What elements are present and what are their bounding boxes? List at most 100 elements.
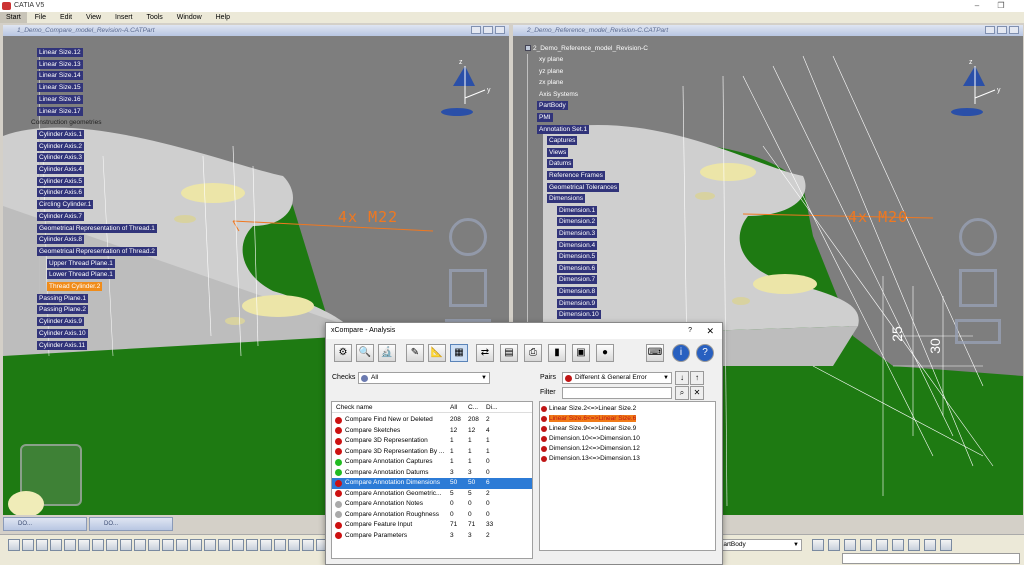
left-tree-item[interactable]: Upper Thread Plane.1 <box>47 258 115 268</box>
toolbar-tool-icon[interactable] <box>190 539 202 551</box>
zoom-icon[interactable]: 🔍 <box>356 344 374 362</box>
check-row[interactable]: Compare 3D Representation By ... 1 1 1 <box>332 447 532 458</box>
right-tree-item[interactable]: Views <box>547 147 569 157</box>
toolbar-tool-icon[interactable] <box>940 539 952 551</box>
left-tree-item[interactable]: Cylinder Axis.9 <box>37 317 84 327</box>
check-row[interactable]: Compare Find New or Deleted 208 208 2 <box>332 415 532 426</box>
toolbar-tool-icon[interactable] <box>134 539 146 551</box>
col-check-name[interactable]: Check name <box>336 402 373 413</box>
left-tree-item[interactable]: Passing Plane.1 <box>37 293 88 303</box>
toolbar-tool-icon[interactable] <box>844 539 856 551</box>
left-tree-item[interactable]: Cylinder Axis.11 <box>37 340 88 350</box>
view-circle-icon[interactable] <box>959 218 997 256</box>
toolbar-tool-icon[interactable] <box>260 539 272 551</box>
toolbar-tool-icon[interactable] <box>148 539 160 551</box>
right-tree-item[interactable]: Dimension.9 <box>557 298 598 308</box>
left-tree-item[interactable]: Linear Size.15 <box>37 83 83 93</box>
compass-icon[interactable]: zy <box>945 54 1005 124</box>
compare-parts-icon[interactable]: ⚙ <box>334 344 352 362</box>
view-square-icon[interactable] <box>959 269 997 307</box>
col-all[interactable]: All <box>450 402 457 413</box>
right-tree-item[interactable]: Geometrical Tolerances <box>547 182 620 192</box>
ruler-icon[interactable]: 📐 <box>428 344 446 362</box>
check-row[interactable]: Compare Annotation Geometric... 5 5 2 <box>332 489 532 500</box>
right-tree-item[interactable]: Dimension.2 <box>557 217 598 227</box>
check-row[interactable]: Compare Parameters 3 3 2 <box>332 531 532 542</box>
toolbar-tool-icon[interactable] <box>92 539 104 551</box>
left-tree-item[interactable]: Linear Size.13 <box>37 59 83 69</box>
right-doc-minimize-button[interactable] <box>985 26 995 34</box>
right-tree-item[interactable]: PMI <box>537 113 553 122</box>
pairs-icon[interactable]: ⇄ <box>476 344 494 362</box>
right-tree-root[interactable]: 2_Demo_Reference_model_Revision-C <box>523 44 650 53</box>
tag-icon[interactable]: ✎ <box>406 344 424 362</box>
help-icon[interactable]: ? <box>696 344 714 362</box>
left-tree-item[interactable]: Linear Size.12 <box>37 48 83 57</box>
right-tree-item[interactable]: Datums <box>547 159 574 169</box>
toolbar-tool-icon[interactable] <box>232 539 244 551</box>
toolbar-tool-icon[interactable] <box>246 539 258 551</box>
menu-view[interactable]: View <box>80 12 107 23</box>
left-tree-item[interactable]: Lower Thread Plane.1 <box>47 270 115 280</box>
right-tree-item[interactable]: Dimension.10 <box>557 310 601 320</box>
right-thread-annotation[interactable]: 4x M20 <box>848 208 908 226</box>
check-row[interactable]: Compare 3D Representation 1 1 1 <box>332 436 532 447</box>
right-tree-item[interactable]: Annotation Set.1 <box>537 124 590 134</box>
highlight-icon[interactable]: ▦ <box>450 344 468 362</box>
right-tree-item[interactable]: zx plane <box>537 78 565 87</box>
check-row[interactable]: Compare Sketches 12 12 4 <box>332 426 532 437</box>
toolbar-tool-icon[interactable] <box>78 539 90 551</box>
minimized-window-1[interactable]: DO... <box>3 517 87 531</box>
sort-ascending-icon[interactable]: ↓ <box>675 371 689 385</box>
toolbar-tool-icon[interactable] <box>204 539 216 551</box>
pair-row[interactable]: Dimension.13<=>Dimension.13 <box>540 454 640 464</box>
checks-filter-combo[interactable]: All ▼ <box>358 372 490 384</box>
left-tree-item[interactable]: Linear Size.14 <box>37 71 83 81</box>
toolbar-tool-icon[interactable] <box>176 539 188 551</box>
toolbar-tool-icon[interactable] <box>924 539 936 551</box>
right-tree-item[interactable]: Dimension.7 <box>557 275 598 285</box>
filter-input[interactable] <box>562 387 672 399</box>
toolbar-tool-icon[interactable] <box>302 539 314 551</box>
filter-search-icon[interactable]: ⌕ <box>675 386 689 400</box>
left-doc-close-button[interactable] <box>495 26 505 34</box>
left-tree-item[interactable]: Cylinder Axis.5 <box>37 176 84 186</box>
right-tree-item[interactable]: Dimension.4 <box>557 240 598 250</box>
microscope-icon[interactable]: 🔬 <box>378 344 396 362</box>
left-doc-maximize-button[interactable] <box>483 26 493 34</box>
left-tree-item[interactable]: Cylinder Axis.7 <box>37 211 84 221</box>
pair-row[interactable]: Linear Size.6<=>Linear Size.6 <box>540 414 637 424</box>
toolbar-tool-icon[interactable] <box>860 539 872 551</box>
right-tree-item[interactable]: Dimension.3 <box>557 229 598 238</box>
right-tree-item[interactable]: xy plane <box>537 55 565 64</box>
left-tree-item[interactable]: Cylinder Axis.6 <box>37 188 84 198</box>
right-doc-maximize-button[interactable] <box>997 26 1007 34</box>
pair-row[interactable]: Linear Size.2<=>Linear Size.2 <box>540 404 636 414</box>
left-tree-item[interactable]: Thread Cylinder.2 <box>47 282 103 291</box>
left-thread-annotation[interactable]: 4x M22 <box>338 208 398 226</box>
pairs-filter-combo[interactable]: Different & General Error ▼ <box>562 372 672 384</box>
calculator-icon[interactable]: ⌨ <box>646 344 664 362</box>
left-tree-item[interactable]: Geometrical Representation of Thread.1 <box>37 223 157 233</box>
check-row[interactable]: Compare Annotation Roughness 0 0 0 <box>332 510 532 521</box>
menu-help[interactable]: Help <box>210 12 236 23</box>
toolbar-tool-icon[interactable] <box>876 539 888 551</box>
book-icon[interactable]: ▮ <box>548 344 566 362</box>
check-row[interactable]: Compare Feature Input 71 71 33 <box>332 520 532 531</box>
view-square-icon[interactable] <box>449 269 487 307</box>
command-input[interactable] <box>842 553 1020 564</box>
dimension-25-label[interactable]: 25 <box>889 326 905 342</box>
col-different[interactable]: Di... <box>486 402 498 413</box>
check-row[interactable]: Compare Annotation Dimensions 50 50 6 <box>332 478 532 489</box>
right-tree-item[interactable]: Axis Systems <box>537 90 580 99</box>
toolbar-tool-icon[interactable] <box>50 539 62 551</box>
pair-row[interactable]: Dimension.10<=>Dimension.10 <box>540 434 640 444</box>
pair-row[interactable]: Linear Size.9<=>Linear Size.9 <box>540 424 636 434</box>
toolbar-tool-icon[interactable] <box>812 539 824 551</box>
menu-edit[interactable]: Edit <box>54 12 78 23</box>
left-tree-item[interactable]: Cylinder Axis.10 <box>37 328 88 338</box>
toolbar-tool-icon[interactable] <box>22 539 34 551</box>
pair-row[interactable]: Dimension.12<=>Dimension.12 <box>540 444 640 454</box>
left-tree-item[interactable]: Passing Plane.2 <box>37 305 88 315</box>
right-tree-item[interactable]: Dimensions <box>547 194 585 204</box>
